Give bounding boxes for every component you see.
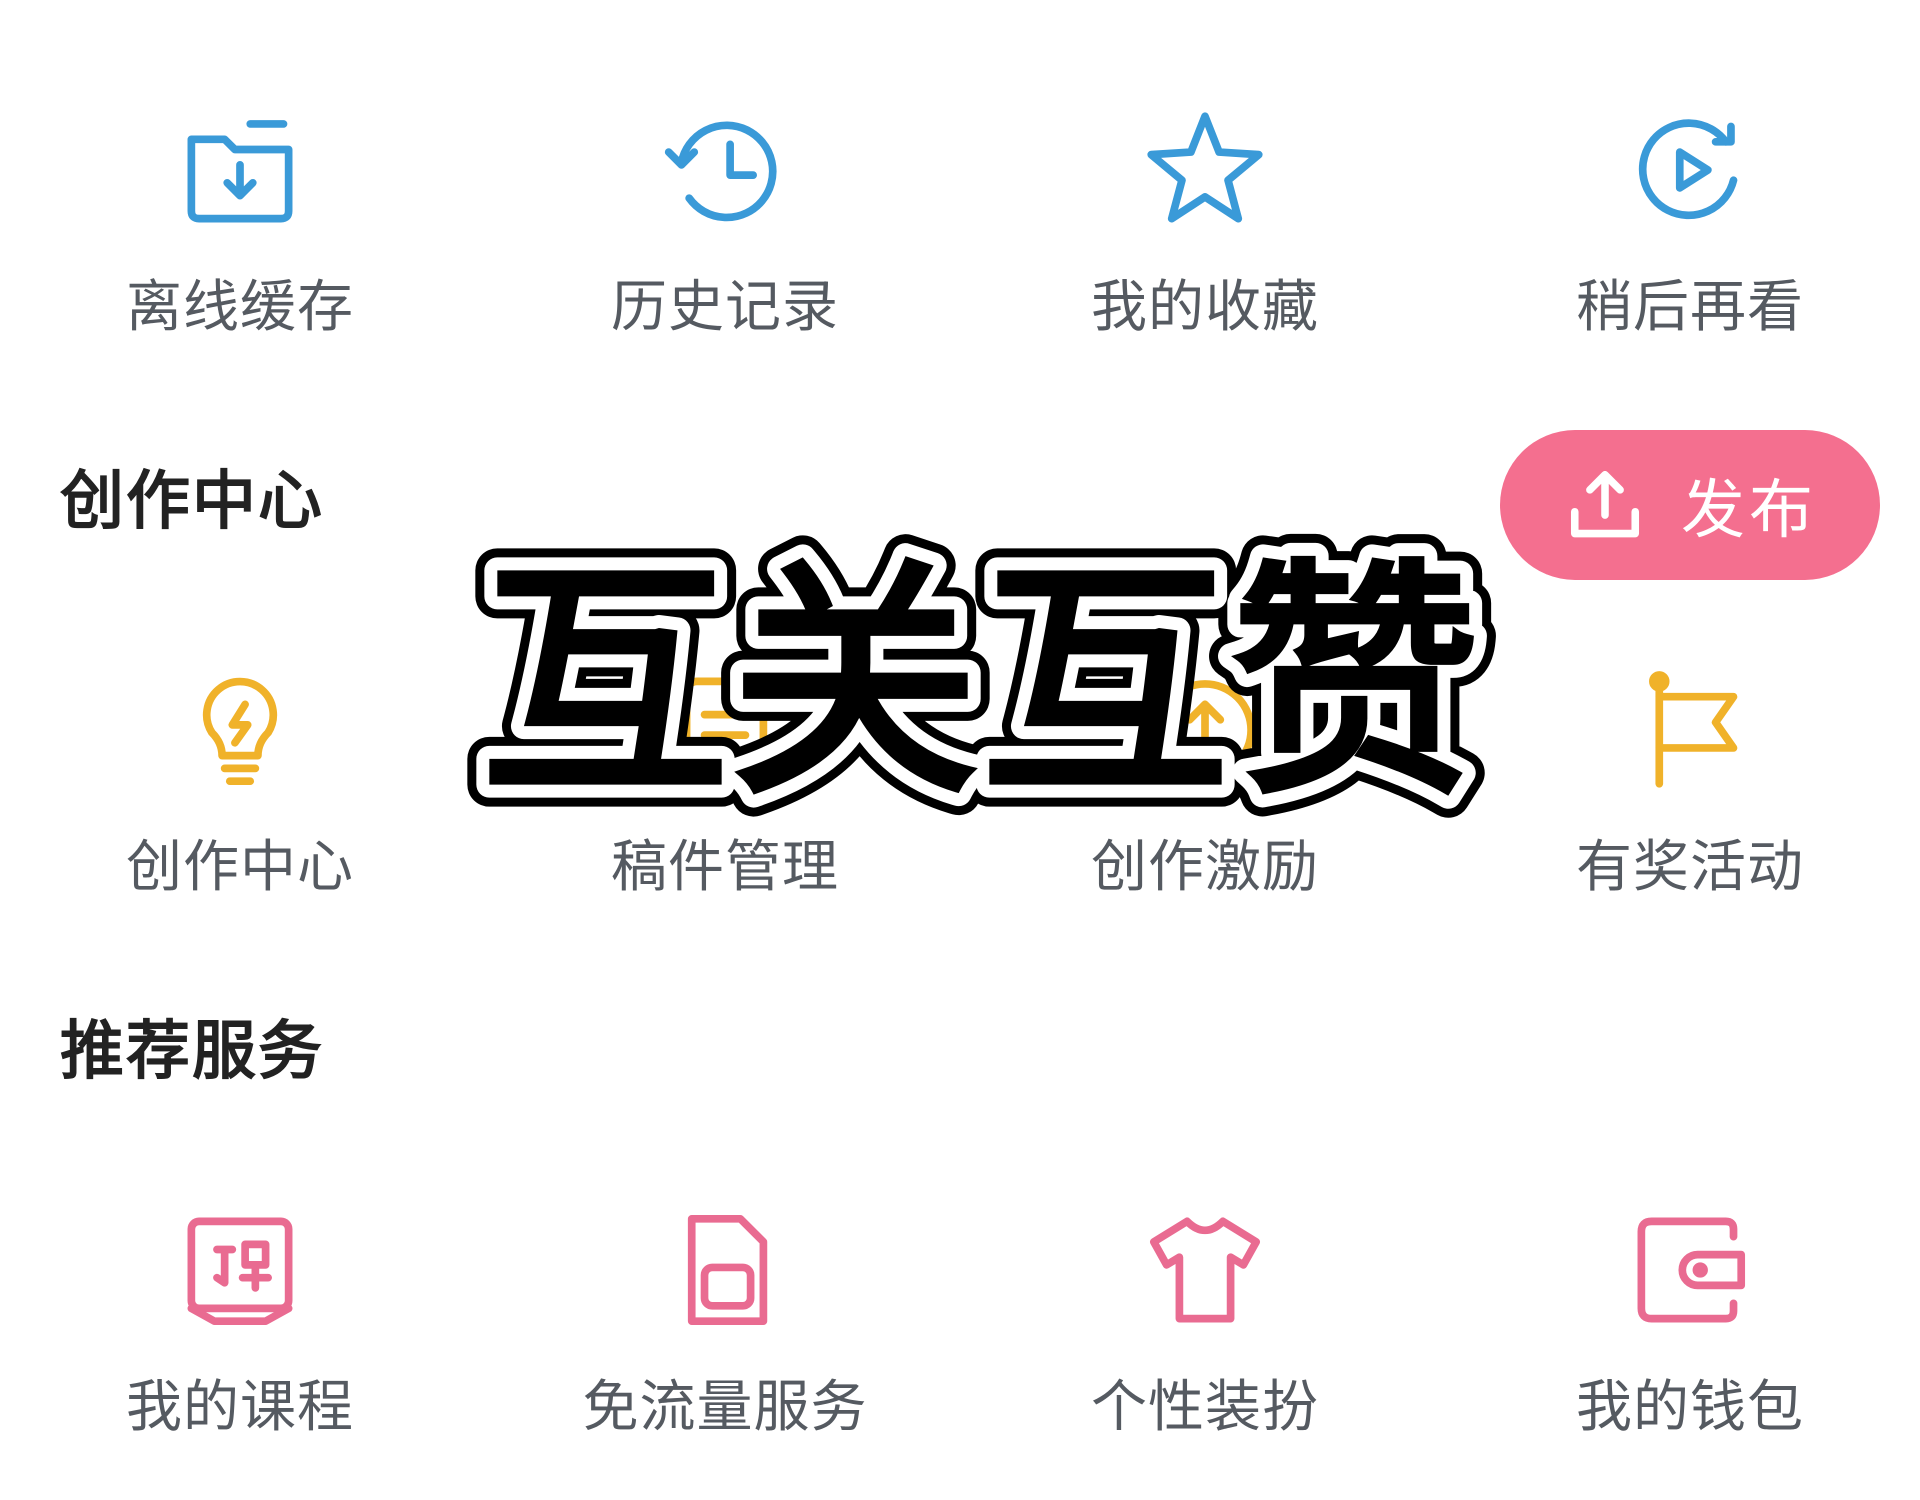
menu-row-services: 我的课程 免流量服务 个性装扮 我的钱包 [0, 1200, 1920, 1500]
play-later-icon [1620, 100, 1760, 240]
publish-label: 发布 [1681, 474, 1817, 548]
menu-item-label: 个性装扮 [1091, 1375, 1319, 1440]
star-icon [1135, 100, 1275, 240]
course-book-icon [170, 1200, 310, 1340]
menu-item-watch-later[interactable]: 稍后再看 [1450, 100, 1920, 400]
menu-item-label: 创作中心 [126, 835, 354, 900]
menu-item-label: 我的课程 [126, 1375, 354, 1440]
menu-item-offline-cache[interactable]: 离线缓存 [0, 100, 480, 400]
publish-button[interactable]: 发布 [1500, 430, 1880, 580]
menu-item-label: 稿件管理 [611, 835, 839, 900]
menu-item-label: 有奖活动 [1576, 835, 1804, 900]
menu-item-label: 离线缓存 [126, 275, 354, 340]
menu-item-label: 免流量服务 [582, 1375, 868, 1440]
lightbulb-icon [170, 660, 310, 800]
menu-item-label: 稍后再看 [1576, 275, 1804, 340]
history-clock-icon [655, 100, 795, 240]
section-title-creation: 创作中心 [60, 465, 324, 539]
menu-item-creation-center[interactable]: 创作中心 [0, 660, 480, 960]
upload-icon [1570, 470, 1640, 538]
wallet-icon [1620, 1200, 1760, 1340]
overlay-text: 互关互赞 [480, 538, 1480, 829]
menu-item-my-courses[interactable]: 我的课程 [0, 1200, 480, 1500]
menu-item-wallet[interactable]: 我的钱包 [1450, 1200, 1920, 1500]
menu-item-label: 历史记录 [611, 275, 839, 340]
menu-item-history[interactable]: 历史记录 [485, 100, 965, 400]
menu-item-label: 我的钱包 [1576, 1375, 1804, 1440]
overlay-banner: 互关互赞 互关互赞 互关互赞 [415, 530, 1545, 830]
menu-item-label: 我的收藏 [1091, 275, 1319, 340]
download-folder-icon [170, 100, 310, 240]
menu-row-primary: 离线缓存 历史记录 我的收藏 稍后再看 [0, 100, 1920, 400]
menu-item-personal-decoration[interactable]: 个性装扮 [965, 1200, 1445, 1500]
menu-item-data-free[interactable]: 免流量服务 [485, 1200, 965, 1500]
sim-card-icon [655, 1200, 795, 1340]
menu-item-label: 创作激励 [1091, 835, 1319, 900]
menu-item-favorites[interactable]: 我的收藏 [965, 100, 1445, 400]
section-title-services: 推荐服务 [60, 1015, 324, 1089]
tshirt-icon [1135, 1200, 1275, 1340]
flag-icon [1620, 660, 1760, 800]
